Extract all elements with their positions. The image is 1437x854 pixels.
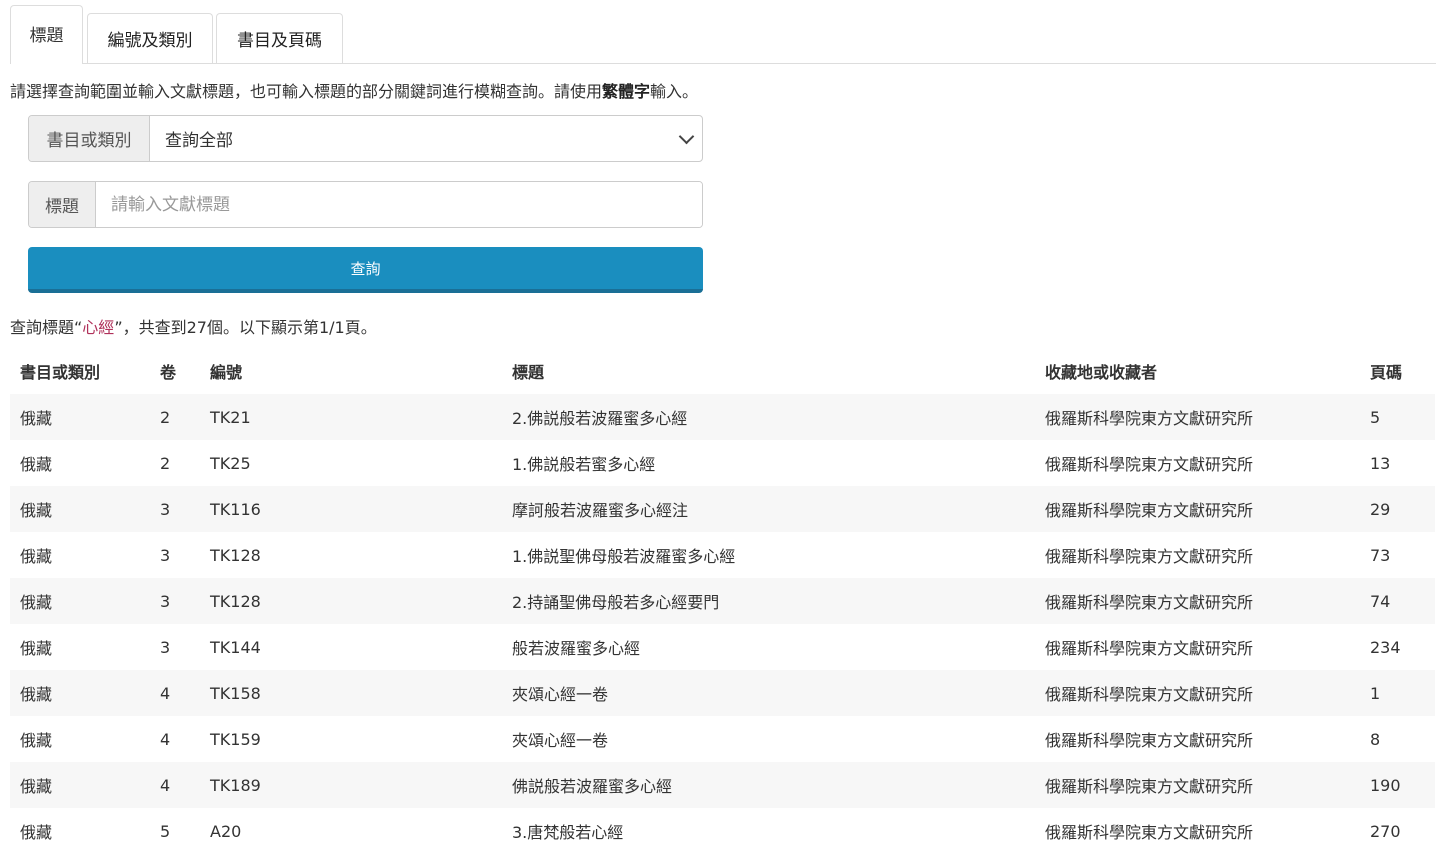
cell-title: 2.持誦聖佛母般若多心經要門 (512, 593, 720, 612)
table-row[interactable]: 俄藏 3 TK144 般若波羅蜜多心經 俄羅斯科學院東方文獻研究所 234 (10, 624, 1435, 670)
cell-number: TK128 (210, 591, 261, 611)
cell-page: 8 (1370, 729, 1381, 749)
title-input[interactable] (96, 182, 702, 227)
cell-page: 1 (1370, 683, 1381, 703)
cell-collection: 俄羅斯科學院東方文獻研究所 (1045, 409, 1254, 428)
cell-number: TK25 (210, 453, 251, 473)
cell-number: TK128 (210, 545, 261, 565)
table-row[interactable]: 俄藏 2 TK25 1.佛説般若蜜多心經 俄羅斯科學院東方文獻研究所 13 (10, 440, 1435, 486)
cell-number: A20 (210, 821, 242, 841)
instructions-prefix: 請選擇查詢範圍並輸入文獻標題，也可輸入標題的部分關鍵詞進行模糊查詢。請使用 (10, 82, 603, 101)
scope-label: 書目或類別 (29, 116, 150, 161)
cell-number: TK116 (210, 499, 261, 519)
title-input-group: 標題 (28, 181, 703, 228)
cell-number: TK21 (210, 407, 251, 427)
header-volume: 卷 (160, 363, 177, 382)
cell-volume: 5 (160, 821, 171, 841)
header-category: 書目或類別 (20, 363, 101, 382)
summary-prefix: 查詢標題“ (10, 318, 83, 337)
results-table: 書目或類別 卷 編號 標題 收藏地或收藏者 頁碼 俄藏 2 TK21 2.佛説般… (10, 348, 1435, 854)
cell-volume: 2 (160, 407, 171, 427)
cell-category: 俄藏 (20, 639, 53, 658)
summary-keyword: 心經 (82, 318, 115, 337)
cell-volume: 2 (160, 453, 171, 473)
cell-volume: 4 (160, 683, 171, 703)
table-row[interactable]: 俄藏 3 TK128 2.持誦聖佛母般若多心經要門 俄羅斯科學院東方文獻研究所 … (10, 578, 1435, 624)
cell-title: 1.佛説聖佛母般若波羅蜜多心經 (512, 547, 736, 566)
scope-select-value: 查詢全部 (165, 131, 233, 151)
cell-category: 俄藏 (20, 823, 53, 842)
cell-title: 夾頌心經一卷 (512, 731, 609, 750)
cell-collection: 俄羅斯科學院東方文獻研究所 (1045, 731, 1254, 750)
tab-title[interactable]: 標題 (10, 5, 83, 64)
cell-volume: 4 (160, 775, 171, 795)
cell-title: 2.佛説般若波羅蜜多心經 (512, 409, 688, 428)
query-button[interactable]: 查詢 (28, 247, 703, 293)
result-summary: 查詢標題“心經”，共查到27個。以下顯示第1/1頁。 (10, 314, 377, 338)
header-number: 編號 (210, 363, 243, 382)
cell-number: TK144 (210, 637, 261, 657)
cell-collection: 俄羅斯科學院東方文獻研究所 (1045, 455, 1254, 474)
cell-page: 5 (1370, 407, 1381, 427)
title-label: 標題 (29, 182, 96, 227)
cell-collection: 俄羅斯科學院東方文獻研究所 (1045, 501, 1254, 520)
cell-category: 俄藏 (20, 731, 53, 750)
cell-number: TK159 (210, 729, 261, 749)
cell-category: 俄藏 (20, 455, 53, 474)
cell-volume: 3 (160, 591, 171, 611)
cell-title: 佛説般若波羅蜜多心經 (512, 777, 673, 796)
cell-page: 13 (1370, 453, 1391, 473)
cell-category: 俄藏 (20, 777, 53, 796)
chevron-down-icon (678, 128, 695, 144)
cell-collection: 俄羅斯科學院東方文獻研究所 (1045, 593, 1254, 612)
cell-number: TK189 (210, 775, 261, 795)
instructions-suffix: 輸入。 (650, 82, 699, 101)
cell-collection: 俄羅斯科學院東方文獻研究所 (1045, 685, 1254, 704)
cell-page: 234 (1370, 637, 1401, 657)
cell-category: 俄藏 (20, 409, 53, 428)
header-collection: 收藏地或收藏者 (1045, 363, 1158, 382)
cell-title: 夾頌心經一卷 (512, 685, 609, 704)
table-row[interactable]: 俄藏 4 TK189 佛説般若波羅蜜多心經 俄羅斯科學院東方文獻研究所 190 (10, 762, 1435, 808)
table-header-row: 書目或類別 卷 編號 標題 收藏地或收藏者 頁碼 (10, 348, 1435, 394)
table-row[interactable]: 俄藏 3 TK116 摩訶般若波羅蜜多心經注 俄羅斯科學院東方文獻研究所 29 (10, 486, 1435, 532)
tab-number-category[interactable]: 編號及類別 (87, 13, 213, 63)
scope-select-group: 書目或類別 查詢全部 (28, 115, 703, 162)
cell-collection: 俄羅斯科學院東方文獻研究所 (1045, 823, 1254, 842)
cell-category: 俄藏 (20, 685, 53, 704)
cell-title: 1.佛説般若蜜多心經 (512, 455, 656, 474)
scope-select[interactable]: 查詢全部 (150, 116, 702, 161)
cell-volume: 4 (160, 729, 171, 749)
table-row[interactable]: 俄藏 3 TK128 1.佛説聖佛母般若波羅蜜多心經 俄羅斯科學院東方文獻研究所… (10, 532, 1435, 578)
header-title: 標題 (512, 363, 545, 382)
cell-number: TK158 (210, 683, 261, 703)
cell-collection: 俄羅斯科學院東方文獻研究所 (1045, 777, 1254, 796)
cell-volume: 3 (160, 499, 171, 519)
table-row[interactable]: 俄藏 5 A20 3.唐梵般若心經 俄羅斯科學院東方文獻研究所 270 (10, 808, 1435, 854)
cell-page: 270 (1370, 821, 1401, 841)
instructions-bold: 繁體字 (602, 82, 651, 101)
cell-collection: 俄羅斯科學院東方文獻研究所 (1045, 639, 1254, 658)
table-row[interactable]: 俄藏 4 TK158 夾頌心經一卷 俄羅斯科學院東方文獻研究所 1 (10, 670, 1435, 716)
cell-volume: 3 (160, 637, 171, 657)
cell-page: 73 (1370, 545, 1391, 565)
summary-suffix: ”，共查到27個。以下顯示第1/1頁。 (114, 318, 377, 337)
tab-bibliography-page[interactable]: 書目及頁碼 (216, 13, 343, 63)
header-page: 頁碼 (1370, 363, 1403, 382)
cell-volume: 3 (160, 545, 171, 565)
cell-title: 般若波羅蜜多心經 (512, 639, 641, 658)
cell-category: 俄藏 (20, 501, 53, 520)
table-row[interactable]: 俄藏 2 TK21 2.佛説般若波羅蜜多心經 俄羅斯科學院東方文獻研究所 5 (10, 394, 1435, 440)
cell-collection: 俄羅斯科學院東方文獻研究所 (1045, 547, 1254, 566)
cell-title: 3.唐梵般若心經 (512, 823, 624, 842)
cell-title: 摩訶般若波羅蜜多心經注 (512, 501, 689, 520)
cell-category: 俄藏 (20, 547, 53, 566)
table-row[interactable]: 俄藏 4 TK159 夾頌心經一卷 俄羅斯科學院東方文獻研究所 8 (10, 716, 1435, 762)
cell-page: 74 (1370, 591, 1391, 611)
search-instructions: 請選擇查詢範圍並輸入文獻標題，也可輸入標題的部分關鍵詞進行模糊查詢。請使用繁體字… (10, 78, 698, 102)
cell-page: 29 (1370, 499, 1391, 519)
cell-page: 190 (1370, 775, 1401, 795)
cell-category: 俄藏 (20, 593, 53, 612)
search-tabs: 標題 編號及類別 書目及頁碼 (10, 4, 1436, 64)
